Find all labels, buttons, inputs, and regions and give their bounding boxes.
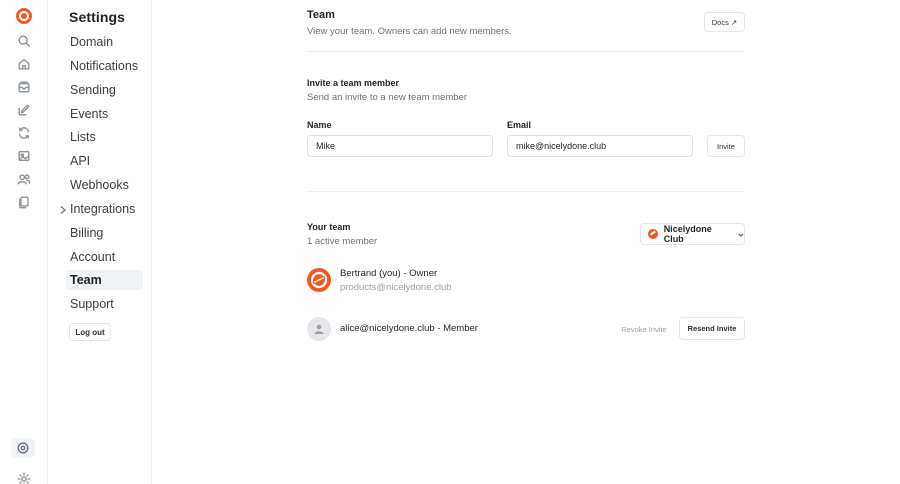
automation-icon[interactable] [15,124,33,142]
email-input[interactable] [507,135,693,157]
sidebar-item-team[interactable]: Team [66,270,143,290]
invite-section-title: Invite a team member [307,78,400,88]
compose-icon[interactable] [15,101,33,119]
sidebar-item-events[interactable]: Events [66,104,143,124]
search-icon[interactable] [15,32,33,50]
sidebar-item-account[interactable]: Account [66,247,143,267]
contacts-icon[interactable] [15,170,33,188]
sidebar-item-support[interactable]: Support [66,294,143,314]
page-subtitle: View your team. Owners can add new membe… [307,26,512,37]
settings-sidebar: Settings Domain Notifications Sending Ev… [48,0,152,484]
member-name: Bertrand (you) - Owner [340,268,438,279]
logo-icon[interactable] [16,8,32,24]
invite-section-subtitle: Send an invite to a new team member [307,92,468,103]
sidebar-item-integrations[interactable]: Integrations [60,199,143,219]
home-icon[interactable] [15,55,33,73]
sidebar-item-domain[interactable]: Domain [66,32,143,52]
docs-button[interactable]: Docs ↗ [704,12,745,32]
page-title: Team [307,9,335,21]
sidebar-item-billing[interactable]: Billing [66,223,143,243]
divider [307,51,745,52]
invite-button[interactable]: Invite [707,135,745,157]
organization-logo-icon [648,229,658,239]
resend-invite-button[interactable]: Resend Invite [679,317,745,340]
theme-toggle-icon[interactable] [15,470,33,484]
name-input[interactable] [307,135,493,157]
avatar [307,317,331,341]
settings-icon[interactable] [11,438,35,458]
divider [307,191,745,192]
team-section-title: Your team [307,222,351,232]
sidebar-item-sending[interactable]: Sending [66,80,143,100]
sidebar-item-notifications[interactable]: Notifications [66,56,143,76]
files-icon[interactable] [15,193,33,211]
name-label: Name [307,120,332,130]
main-content: Team View your team. Owners can add new … [152,0,900,484]
avatar [307,268,331,292]
member-email: products@nicelydone.club [340,282,452,293]
inbox-icon[interactable] [15,78,33,96]
sidebar-item-webhooks[interactable]: Webhooks [66,175,143,195]
icon-rail [0,0,48,484]
organization-name: Nicelydone Club [663,224,712,244]
chevron-down-icon [738,225,744,243]
team-member-count: 1 active member [307,236,378,247]
template-icon[interactable] [15,147,33,165]
sidebar-item-api[interactable]: API [66,151,143,171]
user-placeholder-icon [314,324,324,334]
sidebar-title: Settings [69,9,126,25]
sidebar-item-lists[interactable]: Lists [66,127,143,147]
sidebar-item-label: Integrations [70,202,136,216]
chevron-right-icon [59,204,67,215]
email-label: Email [507,120,532,130]
logout-button[interactable]: Log out [69,323,111,341]
member-name: alice@nicelydone.club - Member [340,323,478,334]
organization-select[interactable]: Nicelydone Club [640,223,745,245]
revoke-invite-button[interactable]: Revoke Invite [614,318,674,340]
